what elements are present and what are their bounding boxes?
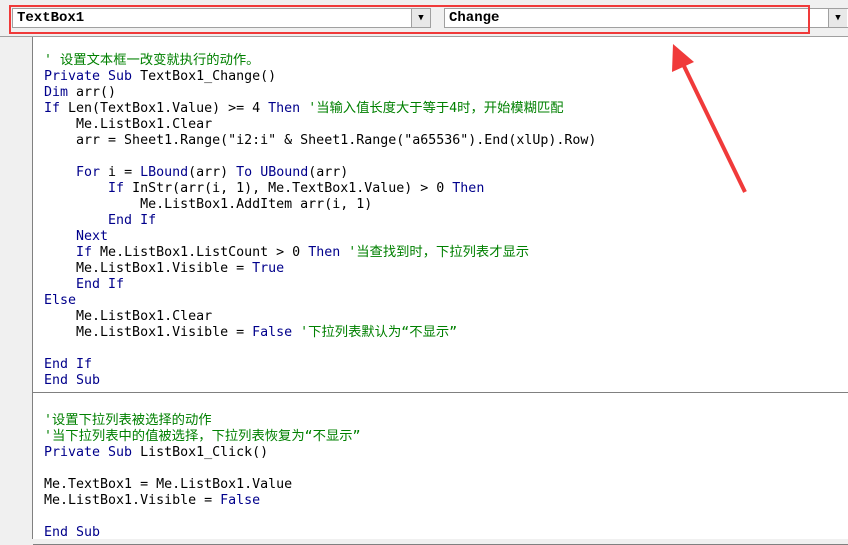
annotation-arrow-icon (672, 44, 747, 193)
